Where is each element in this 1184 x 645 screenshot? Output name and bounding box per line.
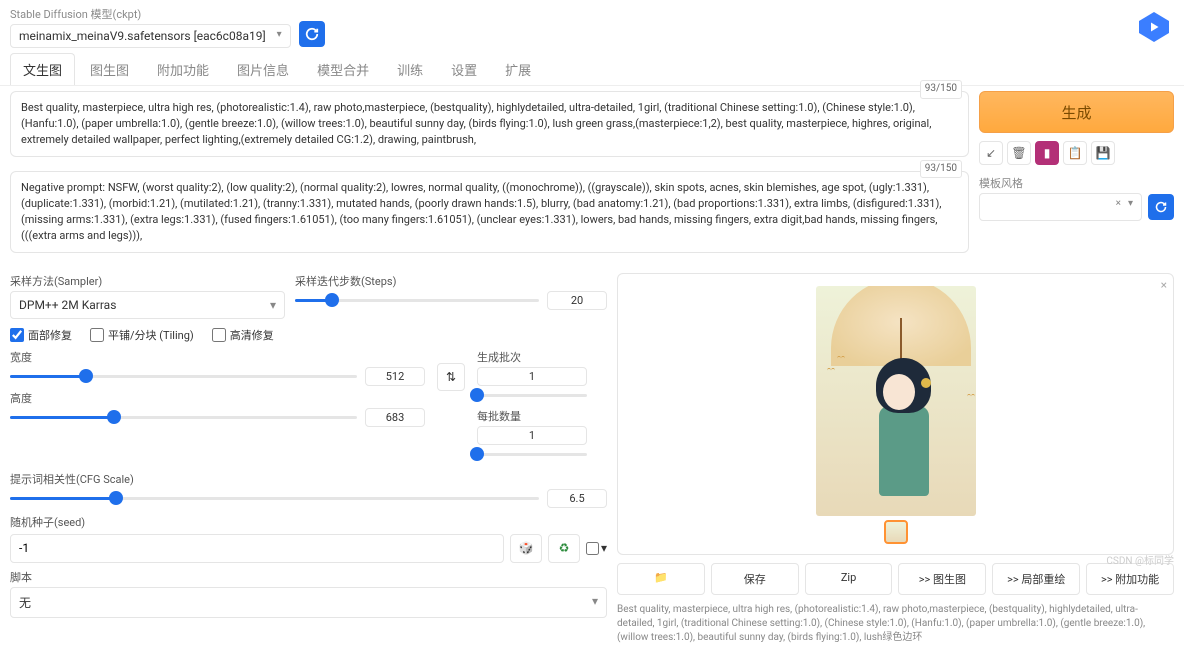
style-label: 模板风格 (979, 175, 1174, 191)
width-label: 宽度 (10, 349, 425, 365)
result-panel: × (617, 273, 1174, 555)
batch-count-value[interactable]: 1 (477, 367, 587, 386)
batch-count-slider[interactable] (477, 386, 587, 404)
tiling-check[interactable]: 平铺/分块 (Tiling) (90, 327, 194, 343)
seed-label: 随机种子(seed) (10, 514, 607, 530)
steps-label: 采样迭代步数(Steps) (295, 273, 607, 289)
steps-value[interactable]: 20 (547, 291, 607, 310)
save-button[interactable]: 保存 (711, 563, 799, 595)
open-folder-button[interactable]: 📁 (617, 563, 705, 595)
width-value[interactable]: 512 (365, 367, 425, 386)
tab-extensions[interactable]: 扩展 (492, 53, 544, 85)
result-info: Best quality, masterpiece, ultra high re… (617, 603, 1174, 645)
style-select[interactable]: × (979, 193, 1142, 221)
height-label: 高度 (10, 390, 425, 406)
neg-prompt-counter: 93/150 (920, 160, 962, 179)
save-icon[interactable]: 💾 (1091, 141, 1115, 165)
cfg-value[interactable]: 6.5 (547, 489, 607, 508)
neg-prompt-input[interactable]: 93/150 Negative prompt: NSFW, (worst qua… (10, 171, 969, 253)
batch-size-label: 每批数量 (477, 408, 607, 424)
refresh-style-icon[interactable] (1148, 194, 1174, 220)
watermark: CSDN @标同学 (1106, 552, 1174, 567)
tab-merge[interactable]: 模型合并 (304, 53, 382, 85)
height-value[interactable]: 683 (365, 408, 425, 427)
seed-input[interactable] (10, 534, 504, 563)
script-label: 脚本 (10, 569, 607, 585)
width-slider[interactable] (10, 367, 357, 385)
face-restore-check[interactable]: 面部修复 (10, 327, 72, 343)
recycle-icon[interactable]: ♻ (548, 534, 580, 563)
prompt-input[interactable]: 93/150 Best quality, masterpiece, ultra … (10, 91, 969, 157)
script-select[interactable]: 无 (10, 587, 607, 618)
app-logo (1134, 7, 1174, 47)
main-tabs: 文生图 图生图 附加功能 图片信息 模型合并 训练 设置 扩展 (0, 54, 1184, 86)
sampler-label: 采样方法(Sampler) (10, 273, 285, 289)
arrow-icon[interactable]: ↙ (979, 141, 1003, 165)
cfg-label: 提示词相关性(CFG Scale) (10, 471, 607, 487)
tab-train[interactable]: 训练 (384, 53, 436, 85)
generate-button[interactable]: 生成 (979, 91, 1174, 133)
zip-button[interactable]: Zip (805, 563, 893, 595)
batch-size-slider[interactable] (477, 445, 587, 463)
tab-extras[interactable]: 附加功能 (144, 53, 222, 85)
styles-icon[interactable]: ▮ (1035, 141, 1059, 165)
clear-style-icon[interactable]: × (1116, 198, 1121, 209)
tab-txt2img[interactable]: 文生图 (10, 53, 75, 85)
dice-icon[interactable]: 🎲 (510, 534, 542, 563)
send-inpaint-button[interactable]: >> 局部重绘 (992, 563, 1080, 595)
sampler-select[interactable]: DPM++ 2M Karras (10, 291, 285, 319)
clipboard-icon[interactable]: 📋 (1063, 141, 1087, 165)
batch-size-value[interactable]: 1 (477, 426, 587, 445)
batch-count-label: 生成批次 (477, 349, 607, 365)
send-extras-button[interactable]: >> 附加功能 (1086, 563, 1174, 595)
prompt-counter: 93/150 (920, 80, 962, 99)
tab-settings[interactable]: 设置 (438, 53, 490, 85)
model-label: Stable Diffusion 模型(ckpt) (10, 6, 291, 22)
swap-dims-icon[interactable]: ⇅ (437, 363, 465, 391)
cfg-slider[interactable] (10, 489, 539, 507)
result-image[interactable] (816, 286, 976, 516)
tab-pnginfo[interactable]: 图片信息 (224, 53, 302, 85)
hires-check[interactable]: 高清修复 (212, 327, 274, 343)
tab-img2img[interactable]: 图生图 (77, 53, 142, 85)
refresh-model-icon[interactable] (299, 21, 325, 47)
steps-slider[interactable] (295, 291, 539, 309)
send-img2img-button[interactable]: >> 图生图 (898, 563, 986, 595)
height-slider[interactable] (10, 408, 357, 426)
model-select[interactable]: meinamix_meinaV9.safetensors [eac6c08a19… (10, 24, 291, 48)
result-thumb[interactable] (884, 520, 908, 544)
close-icon[interactable]: × (1161, 278, 1167, 292)
seed-extra-check[interactable]: ▾ (586, 534, 607, 563)
trash-icon[interactable]: 🗑 (1007, 141, 1031, 165)
